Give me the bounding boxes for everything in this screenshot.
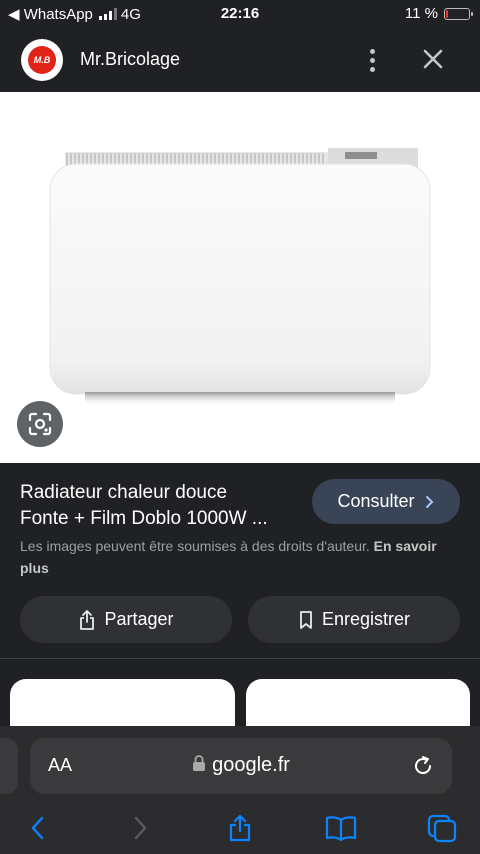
copyright-text: Les images peuvent être soumises à des d…: [20, 538, 370, 554]
consult-label: Consulter: [337, 491, 415, 511]
battery-icon: [444, 7, 473, 20]
url-display[interactable]: google.fr: [30, 754, 452, 777]
browser-nav: [0, 806, 480, 850]
copyright-notice: Les images peuvent être soumises à des d…: [20, 535, 440, 579]
reload-icon: [415, 756, 432, 775]
lens-search-button[interactable]: [17, 401, 63, 447]
previous-tab-peek[interactable]: [0, 738, 18, 794]
share-page-button[interactable]: [220, 808, 260, 848]
share-label: Partager: [104, 609, 174, 629]
chevron-right-icon: [134, 816, 147, 840]
url-text: google.fr: [212, 754, 290, 776]
browser-toolbar: AA google.fr: [0, 726, 480, 854]
close-icon: [423, 49, 443, 69]
site-name[interactable]: Mr.Bricolage: [80, 49, 180, 70]
lock-icon: [193, 755, 206, 771]
close-button[interactable]: [416, 42, 450, 76]
back-button[interactable]: [18, 808, 58, 848]
tabs-icon: [427, 814, 457, 843]
result-title[interactable]: Radiateur chaleur douce Fonte + Film Dob…: [20, 480, 302, 532]
product-image[interactable]: [0, 92, 480, 463]
image-viewer-header: M.B Mr.Bricolage: [0, 28, 480, 92]
bookmarks-button[interactable]: [321, 808, 361, 848]
more-options-button[interactable]: [358, 44, 386, 76]
chevron-right-icon: [425, 495, 433, 508]
share-button[interactable]: Partager: [20, 596, 232, 643]
result-title-line2: Fonte + Film Doblo 1000W ...: [20, 508, 268, 529]
site-logo-mark: M.B: [28, 46, 56, 74]
site-logo: M.B: [21, 39, 63, 81]
book-icon: [325, 816, 357, 841]
save-label: Enregistrer: [321, 609, 411, 629]
result-info-panel: Radiateur chaleur douce Fonte + Film Dob…: [0, 463, 480, 658]
share-icon: [229, 814, 251, 842]
tabs-button[interactable]: [422, 808, 462, 848]
lens-icon: [28, 412, 52, 436]
more-vert-icon: [369, 48, 375, 54]
save-button[interactable]: Enregistrer: [248, 596, 460, 643]
bookmark-icon: [300, 610, 312, 629]
battery-percent: 11 %: [404, 5, 438, 22]
consult-button[interactable]: Consulter: [312, 479, 460, 524]
chevron-left-icon: [31, 816, 44, 840]
forward-button[interactable]: [120, 808, 160, 848]
address-bar[interactable]: AA google.fr: [30, 738, 452, 794]
result-title-line1: Radiateur chaleur douce: [20, 482, 228, 503]
share-icon: [80, 609, 95, 630]
reload-button[interactable]: [410, 753, 436, 779]
radiator-image: [49, 148, 431, 406]
status-bar: ◀ WhatsApp 4G 22:16 11 %: [0, 0, 480, 28]
